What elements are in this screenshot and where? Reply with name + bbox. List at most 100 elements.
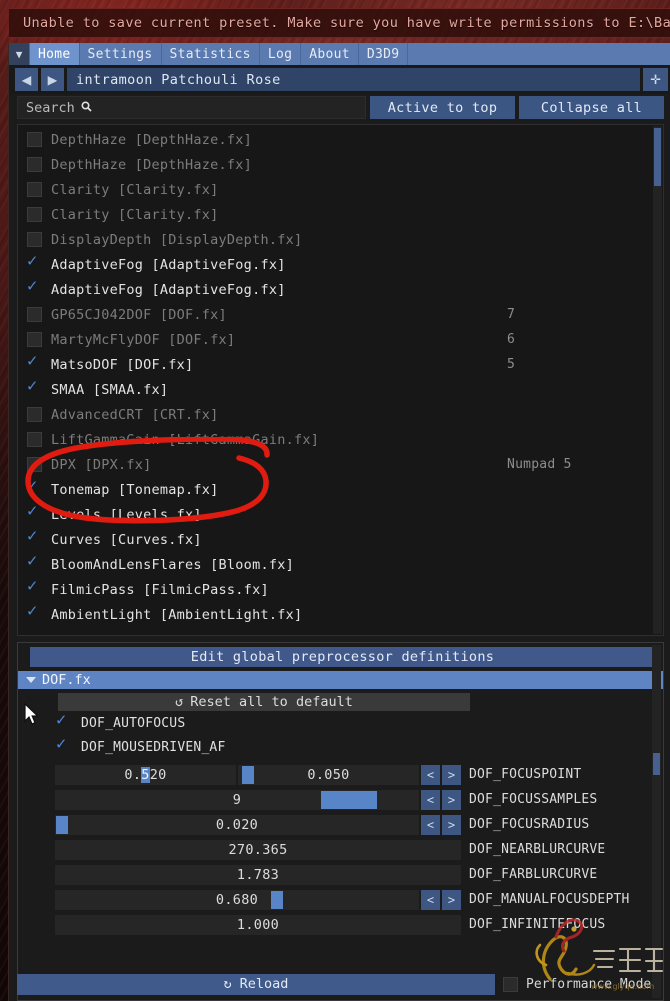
effect-toggle-checkbox[interactable] (27, 307, 42, 322)
effect-row[interactable]: Curves [Curves.fx] (18, 527, 653, 552)
stepper-decrement-button[interactable]: < (421, 889, 440, 910)
effect-toggle-checkbox[interactable] (27, 132, 42, 147)
effects-list[interactable]: DepthHaze [DepthHaze.fx] DepthHaze [Depth… (18, 125, 653, 635)
preprocessor-secondary-value-text: 0.050 (307, 766, 350, 783)
effect-row[interactable]: LiftGammaGain [LiftGammaGain.fx] (18, 427, 653, 452)
effects-list-scroll-thumb[interactable] (654, 128, 661, 186)
effects-list-scrollbar[interactable] (653, 126, 662, 634)
search-icon (81, 100, 92, 115)
slider-handle[interactable] (271, 890, 283, 909)
stepper-decrement-button[interactable]: < (421, 789, 440, 810)
plus-icon: ✛ (650, 69, 661, 89)
preprocessor-checkbox-row[interactable]: DOF_AUTOFOCUS (18, 711, 663, 735)
effect-toggle-checkbox[interactable] (27, 378, 42, 397)
effect-toggle-checkbox[interactable] (27, 353, 42, 372)
stepper-increment-button[interactable]: > (442, 889, 461, 910)
effect-row[interactable]: AdaptiveFog [AdaptiveFog.fx] (18, 277, 653, 302)
effect-row[interactable]: DisplayDepth [DisplayDepth.fx] (18, 227, 653, 252)
preprocessor-value-slider[interactable]: 1.783 (55, 864, 461, 885)
performance-mode-checkbox[interactable] (503, 976, 518, 992)
preprocessor-scroll-thumb[interactable] (653, 753, 660, 775)
edit-global-preprocessor-button[interactable]: Edit global preprocessor definitions (30, 647, 655, 667)
effect-toggle-checkbox[interactable] (27, 553, 42, 572)
slider-handle[interactable] (242, 765, 254, 784)
effect-row[interactable]: MatsoDOF [DOF.fx] 5 (18, 352, 653, 377)
tab-settings[interactable]: Settings (79, 43, 161, 65)
effect-toggle-checkbox[interactable] (27, 278, 42, 297)
preprocessor-file-header[interactable]: DOF.fx (18, 671, 663, 689)
effect-name-label: DepthHaze [DepthHaze.fx] (51, 156, 253, 173)
tab-home-label: Home (38, 46, 71, 62)
preprocessor-value-slider[interactable]: 9 (55, 789, 419, 810)
effect-row[interactable]: FilmicPass [FilmicPass.fx] (18, 577, 653, 602)
edit-global-preprocessor-label: Edit global preprocessor definitions (190, 649, 495, 665)
reset-all-label: Reset all to default (190, 694, 353, 710)
effect-toggle-checkbox[interactable] (27, 603, 42, 622)
preprocessor-secondary-slider[interactable]: 0.050 (238, 764, 419, 785)
effect-toggle-checkbox[interactable] (27, 332, 42, 347)
effect-row[interactable]: MartyMcFlyDOF [DOF.fx] 6 (18, 327, 653, 352)
collapse-window-icon[interactable]: ▼ (9, 43, 29, 65)
effect-toggle-checkbox[interactable] (27, 478, 42, 497)
preprocessor-value-slider[interactable]: 0.520 (55, 764, 236, 785)
preprocessor-value-slider[interactable]: 0.680 (55, 889, 419, 910)
effect-toggle-checkbox[interactable] (27, 457, 42, 472)
effect-toggle-checkbox[interactable] (27, 503, 42, 522)
effect-row[interactable]: Clarity [Clarity.fx] (18, 177, 653, 202)
effect-row[interactable]: Clarity [Clarity.fx] (18, 202, 653, 227)
tab-about[interactable]: About (301, 43, 358, 65)
preprocessor-value-slider[interactable]: 270.365 (55, 839, 461, 860)
slider-handle[interactable] (321, 790, 378, 809)
preset-path-field[interactable]: intramoon Patchouli Rose (67, 68, 640, 91)
effect-row[interactable]: BloomAndLensFlares [Bloom.fx] (18, 552, 653, 577)
preprocessor-checkbox[interactable] (56, 712, 71, 731)
collapse-all-button[interactable]: Collapse all (519, 96, 664, 119)
stepper-increment-button[interactable]: > (442, 764, 461, 785)
next-preset-button[interactable]: ▶ (41, 68, 64, 91)
stepper-increment-button[interactable]: > (442, 789, 461, 810)
tab-home[interactable]: Home (30, 43, 79, 65)
stepper-increment-button[interactable]: > (442, 814, 461, 835)
active-to-top-button[interactable]: Active to top (370, 96, 515, 119)
chevron-down-icon: ▼ (15, 47, 23, 61)
slider-handle[interactable] (56, 815, 68, 834)
preprocessor-scrollbar[interactable] (652, 645, 661, 998)
effect-row[interactable]: DPX [DPX.fx] Numpad 5 (18, 452, 653, 477)
preprocessor-value-slider[interactable]: 1.000 (55, 914, 461, 935)
effect-row[interactable]: SMAA [SMAA.fx] (18, 377, 653, 402)
preprocessor-checkbox[interactable] (56, 736, 71, 755)
effect-toggle-checkbox[interactable] (27, 253, 42, 272)
effect-row[interactable]: AmbientLight [AmbientLight.fx] (18, 602, 653, 627)
effect-toggle-checkbox[interactable] (27, 528, 42, 547)
effect-toggle-checkbox[interactable] (27, 432, 42, 447)
effect-row[interactable]: AdaptiveFog [AdaptiveFog.fx] (18, 252, 653, 277)
search-placeholder: Search (26, 99, 75, 116)
previous-preset-button[interactable]: ◀ (15, 68, 38, 91)
effect-name-label: DepthHaze [DepthHaze.fx] (51, 131, 253, 148)
stepper-decrement-button[interactable]: < (421, 764, 440, 785)
effect-row[interactable]: DepthHaze [DepthHaze.fx] (18, 152, 653, 177)
preprocessor-value-slider[interactable]: 0.020 (55, 814, 419, 835)
effect-toggle-checkbox[interactable] (27, 157, 42, 172)
preprocessor-checkbox-row[interactable]: DOF_MOUSEDRIVEN_AF (18, 735, 663, 759)
effect-row[interactable]: DepthHaze [DepthHaze.fx] (18, 127, 653, 152)
preprocessor-definition-name: DOF_INFINITEFOCUS (469, 917, 606, 932)
tab-log[interactable]: Log (259, 43, 301, 65)
effect-row[interactable]: AdvancedCRT [CRT.fx] (18, 402, 653, 427)
tab-statistics[interactable]: Statistics (161, 43, 259, 65)
add-preset-button[interactable]: ✛ (643, 68, 668, 91)
effect-toggle-checkbox[interactable] (27, 578, 42, 597)
search-input[interactable]: Search (17, 96, 366, 119)
effect-toggle-checkbox[interactable] (27, 182, 42, 197)
preprocessor-value-row: 0.020 < > DOF_FOCUSRADIUS (18, 812, 663, 837)
effect-row[interactable]: Tonemap [Tonemap.fx] (18, 477, 653, 502)
effect-toggle-checkbox[interactable] (27, 407, 42, 422)
effect-row[interactable]: Levels [Levels.fx] (18, 502, 653, 527)
effect-row[interactable]: GP65CJ042DOF [DOF.fx] 7 (18, 302, 653, 327)
effect-toggle-checkbox[interactable] (27, 232, 42, 247)
reload-button[interactable]: ↻ Reload (17, 973, 495, 995)
reset-all-to-default-button[interactable]: ↺ Reset all to default (58, 693, 470, 711)
stepper-decrement-button[interactable]: < (421, 814, 440, 835)
effect-toggle-checkbox[interactable] (27, 207, 42, 222)
tab-d3d9[interactable]: D3D9 (358, 43, 408, 65)
